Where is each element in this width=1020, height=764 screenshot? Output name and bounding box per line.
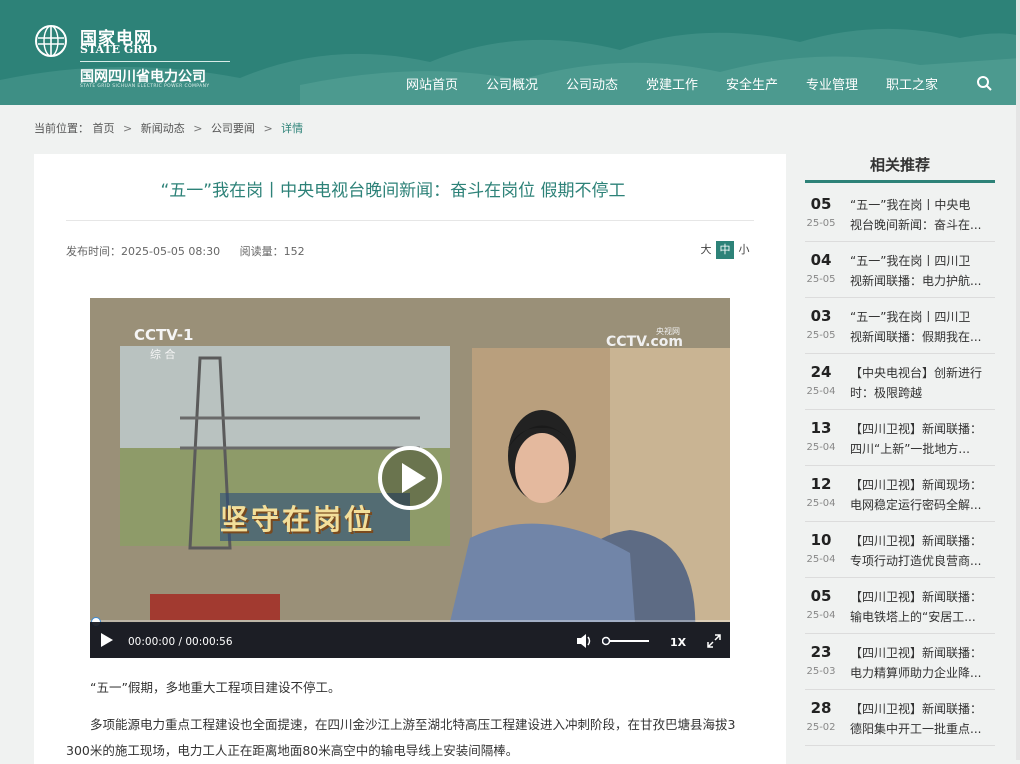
item-title-line1: 【四川卫视】新闻联播： bbox=[850, 534, 983, 548]
item-title-line2: 输电铁塔上的“安居工... bbox=[850, 610, 976, 624]
item-day: 10 bbox=[810, 531, 832, 549]
item-day: 23 bbox=[810, 643, 832, 661]
sidebar-item[interactable]: 12 25-04 【四川卫视】新闻现场： 电网稳定运行密码全解... bbox=[805, 465, 995, 522]
nav-news[interactable]: 公司动态 bbox=[566, 74, 618, 93]
item-month: 25-04 bbox=[806, 498, 836, 509]
item-day: 28 bbox=[810, 699, 832, 717]
font-size-small[interactable]: 小 bbox=[735, 241, 753, 259]
logo-divider bbox=[80, 61, 230, 62]
sidebar-item[interactable]: 23 25-03 【四川卫视】新闻联播： 电力精算师助力企业降... bbox=[805, 633, 995, 690]
nav-home[interactable]: 网站首页 bbox=[406, 74, 458, 93]
breadcrumb-label: 当前位置： bbox=[34, 122, 89, 135]
company-name-en: STATE GRID SICHUAN ELECTRIC POWER COMPAN… bbox=[80, 84, 210, 89]
item-title-line2: 电网稳定运行密码全解... bbox=[850, 498, 982, 512]
item-day: 05 bbox=[810, 587, 832, 605]
volume-icon[interactable] bbox=[576, 633, 594, 649]
item-title-line2: 德阳集中开工一批重点... bbox=[850, 722, 982, 736]
item-title-line2: 四川“上新”一批地方... bbox=[850, 442, 970, 456]
item-title-line1: “五一”我在岗丨四川卫 bbox=[850, 254, 971, 268]
item-month: 25-04 bbox=[806, 442, 836, 453]
item-month: 25-02 bbox=[806, 722, 836, 733]
item-title-line1: 【四川卫视】新闻联播： bbox=[850, 590, 983, 604]
channel-logo: CCTV-1 bbox=[134, 326, 194, 344]
item-title-line1: 【四川卫视】新闻联播： bbox=[850, 702, 983, 716]
sidebar-item[interactable]: 13 25-04 【四川卫视】新闻联播： 四川“上新”一批地方... bbox=[805, 409, 995, 466]
item-month: 25-04 bbox=[806, 386, 836, 397]
state-grid-logo-icon bbox=[35, 25, 67, 57]
sidebar-title-underline bbox=[805, 180, 995, 183]
search-icon[interactable] bbox=[976, 75, 992, 91]
item-month: 25-03 bbox=[806, 666, 836, 677]
article-meta: 发布时间：2025-05-05 08:30 阅读量：152 bbox=[66, 243, 305, 259]
sidebar-title: 相关推荐 bbox=[869, 156, 930, 174]
paragraph-2: 多项能源电力重点工程建设也全面提速，在四川金沙江上游至湖北特高压工程建设进入冲刺… bbox=[90, 717, 736, 732]
item-title-line2: 视台晚间新闻：奋斗在... bbox=[850, 218, 982, 232]
item-title-line1: “五一”我在岗丨中央电 bbox=[850, 198, 971, 212]
item-month: 25-04 bbox=[806, 554, 836, 565]
item-month: 25-04 bbox=[806, 610, 836, 621]
sidebar-item[interactable]: 03 25-05 “五一”我在岗丨四川卫 视新闻联播：假期我在... bbox=[805, 297, 995, 354]
nav-management[interactable]: 专业管理 bbox=[806, 74, 858, 93]
video-time: 00:00:00 / 00:00:56 bbox=[128, 636, 233, 648]
breadcrumb-separator: > bbox=[123, 122, 133, 135]
video-banner-text: 坚守在岗位 bbox=[220, 503, 376, 536]
company-name: 国网四川省电力公司 bbox=[80, 69, 206, 85]
item-day: 04 bbox=[810, 251, 832, 269]
item-day: 24 bbox=[810, 363, 832, 381]
item-title-line1: 【四川卫视】新闻现场： bbox=[850, 478, 983, 492]
logo-text-en: STATE GRID bbox=[80, 43, 158, 56]
item-title-line1: “五一”我在岗丨四川卫 bbox=[850, 310, 971, 324]
nav-safety[interactable]: 安全生产 bbox=[726, 74, 778, 93]
nav-party[interactable]: 党建工作 bbox=[646, 74, 698, 93]
item-title-line2: 电力精算师助力企业降... bbox=[850, 666, 982, 680]
sidebar-item[interactable]: 04 25-05 “五一”我在岗丨四川卫 视新闻联播：电力护航... bbox=[805, 241, 995, 298]
item-title-line1: 【中央电视台】创新进行 bbox=[850, 366, 983, 380]
item-day: 03 bbox=[810, 307, 832, 325]
item-month: 25-05 bbox=[806, 218, 836, 229]
publish-time: 发布时间：2025-05-05 08:30 bbox=[66, 245, 221, 258]
scrollbar[interactable] bbox=[1016, 0, 1020, 760]
breadcrumb-home[interactable]: 首页 bbox=[93, 122, 115, 135]
sidebar-item[interactable]: 24 25-04 【中央电视台】创新进行 时：极限跨越 bbox=[805, 353, 995, 410]
item-day: 13 bbox=[810, 419, 832, 437]
play-icon[interactable] bbox=[98, 632, 114, 648]
item-month: 25-05 bbox=[806, 274, 836, 285]
item-title-line2: 时：极限跨越 bbox=[850, 386, 923, 400]
site-header: 国家电网 STATE GRID 国网四川省电力公司 STATE GRID SIC… bbox=[0, 0, 1020, 105]
sidebar-item[interactable]: 10 25-04 【四川卫视】新闻联播： 专项行动打造优良营商... bbox=[805, 521, 995, 578]
volume-slider[interactable] bbox=[602, 636, 652, 646]
breadcrumb-separator: > bbox=[193, 122, 203, 135]
nav-about[interactable]: 公司概况 bbox=[486, 74, 538, 93]
video-player[interactable]: CCTV-1 综 合 CCTV.com 央视网 坚守在岗位 00:00:00 /… bbox=[90, 298, 730, 658]
item-title-line2: 专项行动打造优良营商... bbox=[850, 554, 982, 568]
font-size-large[interactable]: 大 bbox=[697, 241, 715, 259]
sidebar-item[interactable]: 28 25-02 【四川卫视】新闻联播： 德阳集中开工一批重点... bbox=[805, 689, 995, 746]
font-size-medium[interactable]: 中 bbox=[716, 241, 734, 259]
breadcrumb-company-news[interactable]: 公司要闻 bbox=[211, 122, 255, 135]
item-title-line1: 【四川卫视】新闻联播： bbox=[850, 646, 983, 660]
title-divider bbox=[66, 220, 754, 221]
sidebar-item[interactable]: 05 25-05 “五一”我在岗丨中央电 视台晚间新闻：奋斗在... bbox=[805, 185, 995, 242]
item-day: 05 bbox=[810, 195, 832, 213]
channel-sub: 综 合 bbox=[150, 348, 176, 361]
nav-staff[interactable]: 职工之家 bbox=[886, 74, 938, 93]
item-month: 25-05 bbox=[806, 330, 836, 341]
item-title-line2: 视新闻联播：电力护航... bbox=[850, 274, 982, 288]
breadcrumb-separator: > bbox=[263, 122, 273, 135]
breadcrumb-news[interactable]: 新闻动态 bbox=[141, 122, 185, 135]
article-title: “五一”我在岗丨中央电视台晚间新闻：奋斗在岗位 假期不停工 bbox=[160, 181, 626, 201]
fullscreen-icon[interactable] bbox=[706, 633, 722, 649]
item-title-line2: 视新闻联播：假期我在... bbox=[850, 330, 982, 344]
sidebar-item[interactable]: 05 25-04 【四川卫视】新闻联播： 输电铁塔上的“安居工... bbox=[805, 577, 995, 634]
read-count: 阅读量：152 bbox=[239, 245, 305, 258]
playback-speed[interactable]: 1X bbox=[670, 636, 686, 649]
paragraph-1: “五一”假期，多地重大工程项目建设不停工。 bbox=[90, 680, 341, 695]
breadcrumb: 当前位置： 首页 > 新闻动态 > 公司要闻 > 详情 bbox=[34, 120, 303, 136]
item-day: 12 bbox=[810, 475, 832, 493]
breadcrumb-current: 详情 bbox=[281, 122, 304, 135]
paragraph-3: 300米的施工现场，电力工人正在距离地面80米高空中的输电导线上安装间隔棒。 bbox=[66, 743, 519, 758]
item-title-line1: 【四川卫视】新闻联播： bbox=[850, 422, 983, 436]
video-watermark-sub: 央视网 bbox=[656, 327, 680, 336]
play-overlay-icon[interactable] bbox=[377, 445, 443, 511]
